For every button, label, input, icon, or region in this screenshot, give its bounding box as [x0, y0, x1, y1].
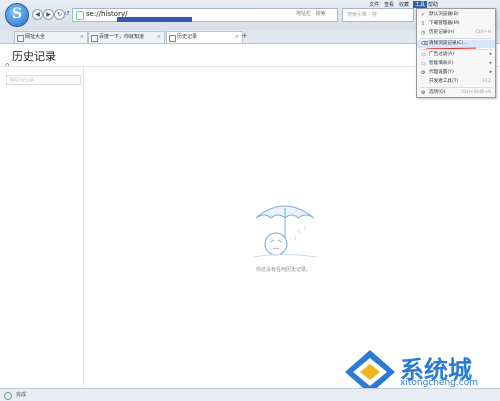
- back-button[interactable]: ◀: [32, 9, 43, 20]
- shortcut-text: F12: [482, 79, 492, 84]
- shortcut-text: Ctrl+H: [475, 30, 491, 35]
- tools-menu: ✓ 默认浏览器(B) ⇩ 下载管理器(M) ◷ 历史记录(H) Ctrl+H ⌫…: [416, 8, 496, 98]
- menu-separator: [420, 38, 492, 39]
- menu-item-ad-filter[interactable]: ▭ 广告过滤(A) ▸: [417, 51, 495, 59]
- shortcut-text: Ctrl+Shift+S: [461, 90, 491, 95]
- menu-item-options[interactable]: ⚙ 选项(O) Ctrl+Shift+S: [417, 89, 495, 97]
- sidebar: 搜索历史记录: [0, 67, 84, 387]
- undo-close-button[interactable]: ↺: [64, 9, 70, 18]
- address-hint: 地址栏 · 搜索: [296, 11, 326, 17]
- browser-logo-icon[interactable]: S: [5, 3, 29, 27]
- menu-help[interactable]: 帮助: [428, 1, 438, 8]
- menu-item-autofill[interactable]: ▭ 智能填表(F) ▸: [417, 60, 495, 68]
- menu-separator: [420, 87, 492, 88]
- clock-icon: ◷: [421, 30, 426, 36]
- eraser-icon: ⌫: [421, 41, 429, 47]
- gear-icon: ⚙: [421, 90, 426, 96]
- tab-close-icon[interactable]: ×: [80, 32, 84, 43]
- filter-icon: ▭: [421, 52, 426, 58]
- watermark-site: xitongcheng.com: [400, 378, 478, 388]
- empty-state-text: 你还没有任何历史记录。: [256, 267, 312, 273]
- page-icon: [169, 35, 176, 42]
- menu-separator: [420, 49, 492, 50]
- menu-item-clear-history[interactable]: ⌫ 清除浏览记录(C)...: [417, 40, 495, 50]
- tab-label: 网址大全: [25, 34, 46, 40]
- submenu-arrow-icon: ▸: [489, 70, 492, 75]
- menu-item-proxy[interactable]: ⚙ 代理设置(Y) ▸: [417, 69, 495, 77]
- tab-home[interactable]: 网址大全 ×: [14, 31, 88, 43]
- page-title: 历史记录: [12, 50, 56, 63]
- history-search-input[interactable]: 搜索历史记录: [6, 75, 81, 85]
- forward-button[interactable]: ▶: [43, 9, 54, 20]
- status-bar: 完成: [0, 388, 500, 401]
- tab-label: 百度一下，你就知道: [99, 34, 145, 40]
- status-text: 完成: [16, 392, 27, 398]
- new-tab-button[interactable]: +: [241, 31, 248, 40]
- proxy-icon: ⚙: [421, 70, 426, 76]
- menu-item-default-browser[interactable]: ✓ 默认浏览器(B): [417, 11, 495, 19]
- download-icon: ⇩: [421, 21, 426, 27]
- check-icon: ✓: [421, 12, 426, 18]
- status-icon: [4, 392, 12, 400]
- search-placeholder: 搜索引擎 · 搜: [347, 12, 377, 18]
- menu-view[interactable]: 查看: [384, 1, 394, 8]
- form-icon: ▭: [421, 61, 426, 67]
- tab-close-icon[interactable]: ×: [157, 32, 161, 43]
- tab-close-icon[interactable]: ×: [235, 32, 239, 43]
- menu-tools[interactable]: 工具: [413, 1, 428, 8]
- umbrella-empty-icon: [252, 205, 317, 258]
- security-shield-icon: [76, 11, 84, 20]
- menu-item-history[interactable]: ◷ 历史记录(H) Ctrl+H: [417, 29, 495, 37]
- submenu-arrow-icon: ▸: [489, 52, 492, 57]
- menu-file[interactable]: 文件: [369, 1, 379, 8]
- submenu-arrow-icon: ▸: [489, 61, 492, 66]
- menu-item-devtools[interactable]: 开发者工具(T) F12: [417, 78, 495, 86]
- address-highlight: [117, 17, 192, 22]
- search-box[interactable]: 搜索引擎 · 搜: [342, 8, 414, 22]
- page-icon: [91, 35, 98, 42]
- tab-history[interactable]: 历史记录 ×: [166, 31, 243, 43]
- menu-item-download-manager[interactable]: ⇩ 下载管理器(M): [417, 20, 495, 28]
- menu-favorites[interactable]: 收藏: [399, 1, 409, 8]
- tab-label: 历史记录: [177, 34, 198, 40]
- page-icon: [17, 35, 24, 42]
- tab-baidu[interactable]: 百度一下，你就知道 ×: [88, 31, 165, 43]
